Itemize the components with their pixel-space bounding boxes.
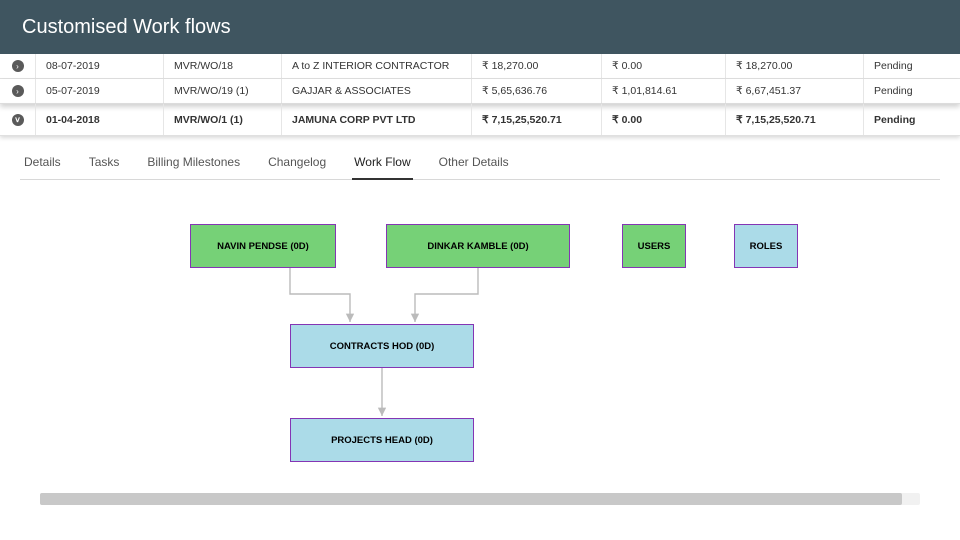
cell-date: 05-07-2019 [36,79,164,103]
tab-changelog[interactable]: Changelog [266,146,328,179]
cell-vendor: A to Z INTERIOR CONTRACTOR [282,54,472,78]
cell-ref: MVR/WO/19 (1) [164,79,282,103]
tab-other-details[interactable]: Other Details [437,146,511,179]
cell-amount3: ₹ 6,67,451.37 [726,79,864,103]
table-row[interactable]: › 05-07-2019 MVR/WO/19 (1) GAJJAR & ASSO… [0,79,960,104]
cell-amount2: ₹ 0.00 [602,54,726,78]
tab-billing-milestones[interactable]: Billing Milestones [145,146,242,179]
workflow-node-user-navin[interactable]: NAVIN PENDSE (0D) [190,224,336,268]
cell-amount1: ₹ 7,15,25,520.71 [472,104,602,135]
table-row-expanded[interactable]: ⅴ 01-04-2018 MVR/WO/1 (1) JAMUNA CORP PV… [0,104,960,136]
cell-date: 08-07-2019 [36,54,164,78]
cell-status: Pending [864,54,960,78]
tab-details[interactable]: Details [22,146,63,179]
horizontal-scrollbar[interactable] [40,493,920,505]
cell-amount2: ₹ 1,01,814.61 [602,79,726,103]
work-order-table: › 08-07-2019 MVR/WO/18 A to Z INTERIOR C… [0,54,960,136]
horizontal-scrollbar-thumb[interactable] [40,493,902,505]
cell-ref: MVR/WO/18 [164,54,282,78]
table-row[interactable]: › 08-07-2019 MVR/WO/18 A to Z INTERIOR C… [0,54,960,79]
cell-vendor: GAJJAR & ASSOCIATES [282,79,472,103]
cell-vendor: JAMUNA CORP PVT LTD [282,104,472,135]
workflow-canvas: NAVIN PENDSE (0D) DINKAR KAMBLE (0D) USE… [20,194,940,514]
workflow-legend-roles: ROLES [734,224,798,268]
cell-status: Pending [864,104,960,135]
detail-tabs: Details Tasks Billing Milestones Changel… [0,136,960,180]
workflow-legend-users: USERS [622,224,686,268]
cell-amount2: ₹ 0.00 [602,104,726,135]
workflow-node-role-projects-head[interactable]: PROJECTS HEAD (0D) [290,418,474,462]
chevron-right-icon[interactable]: › [12,60,24,72]
page-title-bar: Customised Work flows [0,0,960,54]
cell-amount1: ₹ 5,65,636.76 [472,79,602,103]
cell-amount3: ₹ 18,270.00 [726,54,864,78]
tab-work-flow[interactable]: Work Flow [352,146,412,180]
page-title: Customised Work flows [22,16,231,39]
cell-ref: MVR/WO/1 (1) [164,104,282,135]
tab-tasks[interactable]: Tasks [87,146,122,179]
workflow-node-role-contracts-hod[interactable]: CONTRACTS HOD (0D) [290,324,474,368]
cell-amount1: ₹ 18,270.00 [472,54,602,78]
workflow-node-user-dinkar[interactable]: DINKAR KAMBLE (0D) [386,224,570,268]
chevron-right-icon[interactable]: › [12,85,24,97]
cell-date: 01-04-2018 [36,104,164,135]
chevron-down-icon[interactable]: ⅴ [12,114,24,126]
cell-amount3: ₹ 7,15,25,520.71 [726,104,864,135]
cell-status: Pending [864,79,960,103]
